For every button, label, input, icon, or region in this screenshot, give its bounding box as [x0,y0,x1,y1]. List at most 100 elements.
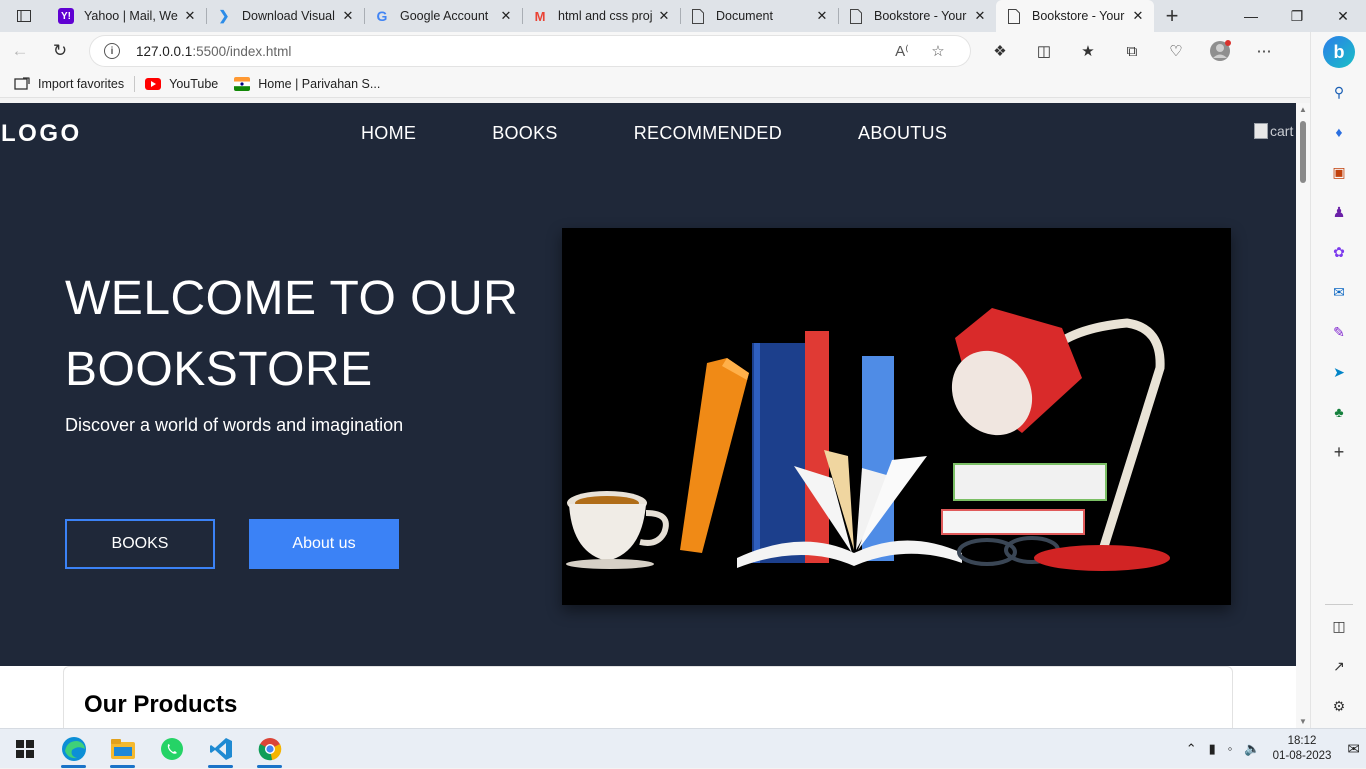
close-tab-icon[interactable]: ✕ [498,8,514,24]
close-tab-icon[interactable]: ✕ [1130,8,1146,24]
drop-icon[interactable]: ➤ [1329,362,1349,382]
url-text[interactable]: 127.0.0.1:5500/index.html [136,44,884,59]
browser-tab[interactable]: ❯Download Visual Studio Code✕ [206,0,364,32]
browser-tab[interactable]: Document ✕ [680,0,838,32]
show-hidden-icons[interactable]: ⌃ [1186,741,1197,757]
nav-home[interactable]: HOME [361,123,416,144]
close-tab-icon[interactable]: ✕ [972,8,988,24]
games-icon[interactable]: ♟ [1329,202,1349,222]
minimize-button[interactable]: — [1228,0,1274,32]
battery-icon[interactable]: ▮ [1209,741,1216,757]
hide-sidebar-icon[interactable]: ◫ [1329,616,1349,636]
import-icon [14,76,30,90]
tab-actions-icon[interactable] [0,0,48,32]
nav-books[interactable]: BOOKS [492,123,558,144]
chrome-taskbar-icon[interactable] [245,729,294,769]
more-options-icon[interactable]: ⋯ [1242,32,1286,70]
about-us-button[interactable]: About us [249,519,399,569]
close-tab-icon[interactable]: ✕ [814,8,830,24]
restore-button[interactable]: ❐ [1274,0,1320,32]
windows-taskbar: ⌃ ▮ ◦ 🔈 18:12 01-08-2023 ✉ [0,728,1366,768]
settings-gear-icon[interactable]: ⚙ [1329,696,1349,716]
hero-section: LOGO HOME BOOKS RECOMMENDED ABOUTUS cart… [0,103,1296,666]
outlook-icon[interactable]: ✉ [1329,282,1349,302]
bing-chat-icon[interactable]: b [1323,36,1355,68]
wifi-icon[interactable]: ◦ [1228,741,1233,756]
browser-tab[interactable]: Mhtml and css projects✕ [522,0,680,32]
page-icon [1006,8,1022,24]
favorite-parivahan[interactable]: Home | Parivahan S... [234,76,380,91]
scroll-up-arrow[interactable]: ▲ [1299,105,1307,114]
nav-recommended[interactable]: RECOMMENDED [634,123,782,144]
search-icon[interactable]: ⚲ [1329,82,1349,102]
refresh-button[interactable]: ↻ [40,32,80,70]
google-icon: G [376,8,388,24]
teacup-illustration [566,491,669,569]
clock[interactable]: 18:12 01-08-2023 [1273,734,1332,764]
site-logo[interactable]: LOGO [1,120,82,148]
close-window-button[interactable]: ✕ [1320,0,1366,32]
read-aloud-icon[interactable]: A⁽ [884,42,920,60]
vscode-icon: ❯ [218,8,230,23]
browser-tab[interactable]: Bookstore - Your ✕ [996,0,1154,32]
browser-tab[interactable]: G Google Account ✕ [364,0,522,32]
add-sidebar-app-icon[interactable]: + [1329,442,1349,462]
volume-icon[interactable]: 🔈 [1244,741,1260,757]
yahoo-icon: Y! [58,8,74,24]
favorites-bar: Import favorites YouTube Home | Parivaha… [0,70,1310,98]
tools-briefcase-icon[interactable]: ▣ [1329,162,1349,182]
start-button[interactable] [0,729,49,769]
india-flag-icon [234,76,251,91]
favorite-star-icon[interactable]: ☆ [920,42,956,60]
vscode-taskbar-icon[interactable] [196,729,245,769]
back-button[interactable]: ← [0,32,40,70]
open-external-icon[interactable]: ↗ [1329,656,1349,676]
tab-strip: Y!Yahoo | Mail, Weather✕❯Download Visual… [0,0,1366,32]
file-explorer-icon[interactable] [98,729,147,769]
microsoft365-icon[interactable]: ✿ [1329,242,1349,262]
edge-taskbar-icon[interactable] [49,729,98,769]
favorite-youtube[interactable]: YouTube [145,77,218,91]
collections-icon[interactable]: ⧉ [1110,32,1154,70]
windows-logo-icon [15,739,34,758]
browser-toolbar: ← ↻ i 127.0.0.1:5500/index.html A⁽ ☆ ❖ ◫… [0,32,1310,70]
products-section: Our Products [63,666,1233,728]
edge-sidebar: b ⚲ ♦ ▣ ♟ ✿ ✉ ✎ ➤ ♣ + ◫ ↗ ⚙ [1310,32,1366,728]
hero-headline: WELCOME TO OUR BOOKSTORE [65,272,519,396]
site-info-icon[interactable]: i [104,43,120,59]
favorite-import[interactable]: Import favorites [14,77,124,91]
youtube-icon [145,77,162,90]
close-tab-icon[interactable]: ✕ [182,8,198,24]
profile-avatar[interactable] [1198,32,1242,70]
new-tab-button[interactable]: + [1154,0,1190,32]
cart-icon[interactable]: cart [1254,123,1293,139]
gmail-icon: M [534,8,546,24]
split-screen-icon[interactable]: ◫ [1022,32,1066,70]
favorites-icon[interactable]: ★ [1066,32,1110,70]
shopping-tag-icon[interactable]: ♦ [1329,122,1349,142]
page-icon [690,8,706,24]
page-viewport: LOGO HOME BOOKS RECOMMENDED ABOUTUS cart… [0,103,1296,728]
books-button[interactable]: BOOKS [65,519,215,569]
page-scrollbar[interactable]: ▲ ▼ [1296,103,1310,728]
products-heading: Our Products [84,691,238,718]
scroll-down-arrow[interactable]: ▼ [1299,717,1307,726]
broken-image-icon [1254,123,1268,139]
browser-tab[interactable]: Bookstore - Your ✕ [838,0,996,32]
extensions-icon[interactable]: ❖ [978,32,1022,70]
close-tab-icon[interactable]: ✕ [340,8,356,24]
address-bar[interactable]: i 127.0.0.1:5500/index.html A⁽ ☆ [90,36,970,66]
system-tray: ⌃ ▮ ◦ 🔈 18:12 01-08-2023 ✉ [1180,729,1366,769]
tree-icon[interactable]: ♣ [1329,402,1349,422]
designer-icon[interactable]: ✎ [1329,322,1349,342]
hero-image-books-lamp [562,228,1231,605]
close-tab-icon[interactable]: ✕ [656,8,672,24]
whatsapp-icon[interactable] [147,729,196,769]
notifications-icon[interactable]: ✉ [1347,740,1360,758]
browser-tab[interactable]: Y!Yahoo | Mail, Weather✕ [48,0,206,32]
page-icon [848,8,864,24]
performance-icon[interactable]: ♡ [1154,32,1198,70]
nav-aboutus[interactable]: ABOUTUS [858,123,947,144]
hero-subtitle: Discover a world of words and imaginatio… [65,415,404,435]
scrollbar-thumb[interactable] [1300,121,1306,183]
